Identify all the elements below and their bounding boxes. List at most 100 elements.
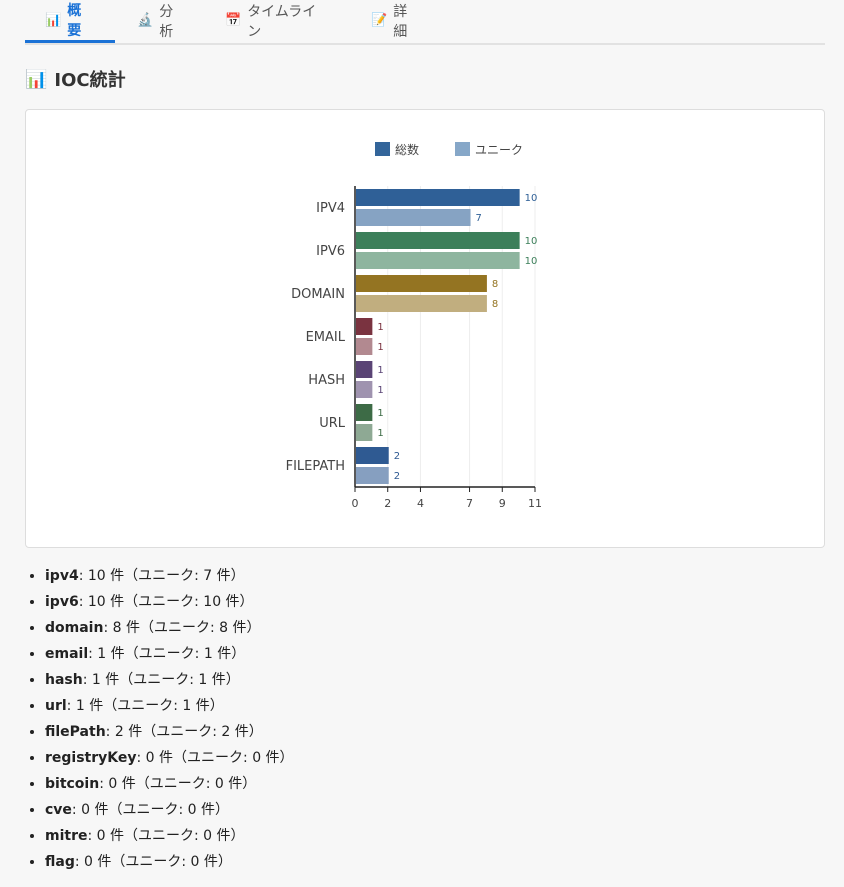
summary-item: cve: 0 件（ユニーク: 0 件）: [45, 797, 294, 823]
category-label: HASH: [308, 373, 345, 388]
summary-key: domain: [45, 620, 104, 636]
legend-label: ユニーク: [475, 143, 523, 157]
summary-value: : 0 件（ユニーク: 0 件）: [71, 802, 229, 818]
tab-bar: 📊 概要 🔬 分析 📅 タイムライン 📝 詳細: [25, 0, 825, 45]
data-label: 7: [476, 213, 482, 224]
bar-url-total: [356, 404, 373, 421]
ioc-bar-chart: 総数 ユニークIPV4107IPV61010DOMAIN88EMAIL11HASH…: [286, 142, 542, 510]
x-tick-label: 11: [528, 497, 542, 510]
bar-ipv6-total: [356, 232, 520, 249]
data-label: 1: [377, 365, 383, 376]
x-tick-label: 0: [352, 497, 359, 510]
summary-key: filePath: [45, 724, 106, 740]
summary-item: email: 1 件（ユニーク: 1 件）: [45, 641, 294, 667]
memo-icon: 📝: [371, 13, 388, 28]
summary-key: ipv6: [45, 594, 79, 610]
bar-hash-total: [356, 361, 373, 378]
bar-email-total: [356, 318, 373, 335]
tab-label: 概要: [67, 3, 82, 39]
summary-item: url: 1 件（ユニーク: 1 件）: [45, 693, 294, 719]
bar-email-unique: [356, 338, 373, 355]
summary-key: bitcoin: [45, 776, 100, 792]
summary-key: flag: [45, 854, 75, 870]
summary-item: bitcoin: 0 件（ユニーク: 0 件）: [45, 771, 294, 797]
bar-filepath-unique: [356, 467, 389, 484]
data-label: 10: [525, 256, 538, 267]
chart-icon: 📊: [45, 12, 62, 28]
tab-label: 詳細: [393, 3, 408, 40]
tab-label: 分析: [159, 3, 174, 40]
bar-hash-unique: [356, 381, 373, 398]
section-title: 📊 IOC統計: [25, 66, 126, 92]
data-label: 1: [377, 322, 383, 333]
summary-value: : 10 件（ユニーク: 7 件）: [78, 568, 245, 584]
data-label: 10: [525, 193, 538, 204]
summary-item: flag: 0 件（ユニーク: 0 件）: [45, 849, 294, 875]
bar-ipv4-unique: [356, 209, 471, 226]
category-label: FILEPATH: [286, 459, 345, 474]
data-label: 2: [394, 471, 400, 482]
chart-icon: 📊: [25, 68, 48, 90]
summary-key: cve: [45, 802, 72, 818]
data-label: 1: [377, 385, 383, 396]
category-label: URL: [319, 416, 346, 431]
summary-value: : 8 件（ユニーク: 8 件）: [103, 620, 261, 636]
summary-key: email: [45, 646, 89, 662]
legend-label: 総数: [395, 142, 419, 157]
summary-key: ipv4: [45, 568, 79, 584]
x-tick-label: 2: [384, 497, 391, 510]
summary-key: hash: [45, 672, 83, 688]
summary-value: : 0 件（ユニーク: 0 件）: [87, 828, 245, 844]
summary-value: : 2 件（ユニーク: 2 件）: [105, 724, 263, 740]
category-label: IPV4: [316, 201, 345, 216]
summary-value: : 1 件（ユニーク: 1 件）: [66, 698, 224, 714]
chart-card: 総数 ユニーク IPV4 10 7 IPV6 10 10 DOMAIN 8 8 EMAIL 1 1 HASH…: [25, 109, 825, 548]
summary-item: domain: 8 件（ユニーク: 8 件）: [45, 615, 294, 641]
data-label: 8: [492, 299, 498, 310]
summary-key: mitre: [45, 828, 88, 844]
summary-value: : 10 件（ユニーク: 10 件）: [78, 594, 254, 610]
bar-domain-total: [356, 275, 487, 292]
bar-ipv4-total: [356, 189, 520, 206]
category-label: DOMAIN: [291, 287, 345, 302]
legend-swatch: [455, 142, 470, 156]
section-title-text: IOC統計: [54, 70, 126, 91]
tab-timeline[interactable]: 📅 タイムライン: [205, 0, 345, 41]
calendar-icon: 📅: [225, 13, 242, 28]
bar-filepath-total: [356, 447, 389, 464]
legend-swatch: [375, 142, 390, 156]
microscope-icon: 🔬: [137, 13, 154, 28]
summary-list: ipv4: 10 件（ユニーク: 7 件）ipv6: 10 件（ユニーク: 10…: [25, 563, 294, 875]
tab-overview[interactable]: 📊 概要: [25, 0, 115, 43]
category-label: EMAIL: [306, 330, 346, 345]
bar-domain-unique: [356, 295, 487, 312]
summary-key: url: [45, 698, 67, 714]
data-label: 1: [377, 428, 383, 439]
tab-label: タイムライン: [247, 3, 317, 40]
summary-item: ipv4: 10 件（ユニーク: 7 件）: [45, 563, 294, 589]
summary-value: : 1 件（ユニーク: 1 件）: [88, 646, 246, 662]
tab-analysis[interactable]: 🔬 分析: [117, 0, 197, 41]
bar-url-unique: [356, 424, 373, 441]
data-label: 10: [525, 236, 538, 247]
summary-item: ipv6: 10 件（ユニーク: 10 件）: [45, 589, 294, 615]
data-label: 1: [377, 342, 383, 353]
data-label: 2: [394, 451, 400, 462]
category-label: IPV6: [316, 244, 345, 259]
bar-ipv6-unique: [356, 252, 520, 269]
x-tick-label: 9: [499, 497, 506, 510]
summary-value: : 0 件（ユニーク: 0 件）: [99, 776, 257, 792]
summary-value: : 0 件（ユニーク: 0 件）: [136, 750, 294, 766]
summary-value: : 1 件（ユニーク: 1 件）: [82, 672, 240, 688]
x-tick-label: 4: [417, 497, 424, 510]
summary-item: registryKey: 0 件（ユニーク: 0 件）: [45, 745, 294, 771]
data-label: 8: [492, 279, 498, 290]
summary-key: registryKey: [45, 750, 137, 766]
x-tick-label: 7: [466, 497, 473, 510]
summary-item: filePath: 2 件（ユニーク: 2 件）: [45, 719, 294, 745]
data-label: 1: [377, 408, 383, 419]
tab-details[interactable]: 📝 詳細: [351, 0, 431, 41]
summary-item: mitre: 0 件（ユニーク: 0 件）: [45, 823, 294, 849]
summary-item: hash: 1 件（ユニーク: 1 件）: [45, 667, 294, 693]
summary-value: : 0 件（ユニーク: 0 件）: [74, 854, 232, 870]
